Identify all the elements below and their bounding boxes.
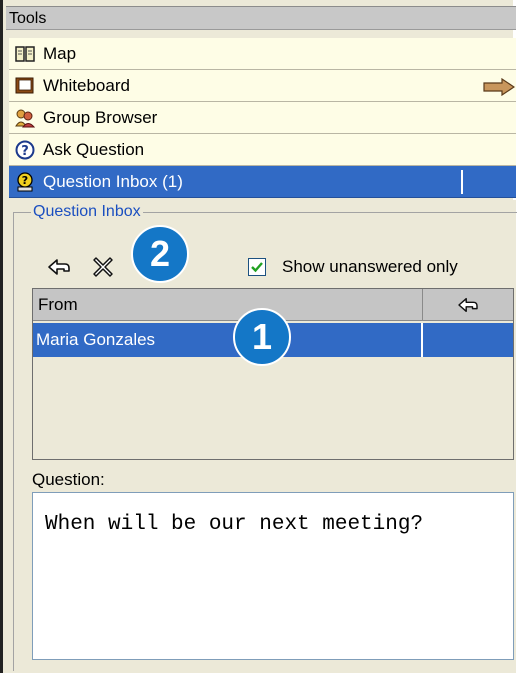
tool-item-label: Question Inbox (1) bbox=[43, 172, 183, 191]
tool-item-label: Group Browser bbox=[43, 108, 158, 127]
group-people-icon bbox=[15, 108, 36, 128]
tool-item-question-inbox[interactable]: ? Question Inbox (1) bbox=[9, 166, 516, 198]
show-unanswered-label[interactable]: Show unanswered only bbox=[282, 256, 458, 278]
column-header-replied[interactable] bbox=[423, 289, 513, 321]
column-header-from[interactable]: From bbox=[33, 289, 423, 321]
whiteboard-icon bbox=[15, 76, 35, 96]
tool-item-map[interactable]: Map bbox=[9, 38, 516, 70]
tool-item-group-browser[interactable]: Group Browser bbox=[9, 102, 516, 134]
question-inbox-icon: ? bbox=[15, 172, 35, 192]
svg-text:?: ? bbox=[22, 174, 28, 187]
arrow-right-icon[interactable] bbox=[483, 77, 516, 97]
tools-panel-frame: Tools Map Whiteboard Group Browser ? Ask… bbox=[0, 0, 517, 673]
tools-header: Tools bbox=[6, 6, 516, 30]
callout-badge-2: 2 bbox=[131, 225, 189, 283]
question-label: Question: bbox=[32, 470, 105, 489]
tool-item-label: Ask Question bbox=[43, 140, 145, 159]
tool-item-label: Whiteboard bbox=[43, 76, 130, 95]
tool-item-ask-question[interactable]: ? Ask Question bbox=[9, 134, 516, 166]
sender-name: Maria Gonzales bbox=[36, 330, 156, 349]
book-map-icon bbox=[15, 44, 35, 64]
column-divider bbox=[461, 170, 463, 194]
delete-x-icon[interactable] bbox=[91, 255, 115, 279]
question-circle-icon: ? bbox=[15, 140, 35, 160]
group-title: Question Inbox bbox=[31, 203, 143, 221]
reply-icon bbox=[457, 296, 479, 319]
reply-icon[interactable] bbox=[47, 257, 71, 277]
svg-text:?: ? bbox=[21, 144, 29, 159]
column-divider bbox=[421, 323, 423, 357]
tool-item-whiteboard[interactable]: Whiteboard bbox=[9, 70, 516, 102]
show-unanswered-checkbox[interactable] bbox=[248, 258, 266, 276]
callout-badge-1: 1 bbox=[233, 308, 291, 366]
tool-item-label: Map bbox=[43, 44, 77, 63]
question-text-box[interactable]: When will be our next meeting? bbox=[32, 492, 514, 660]
